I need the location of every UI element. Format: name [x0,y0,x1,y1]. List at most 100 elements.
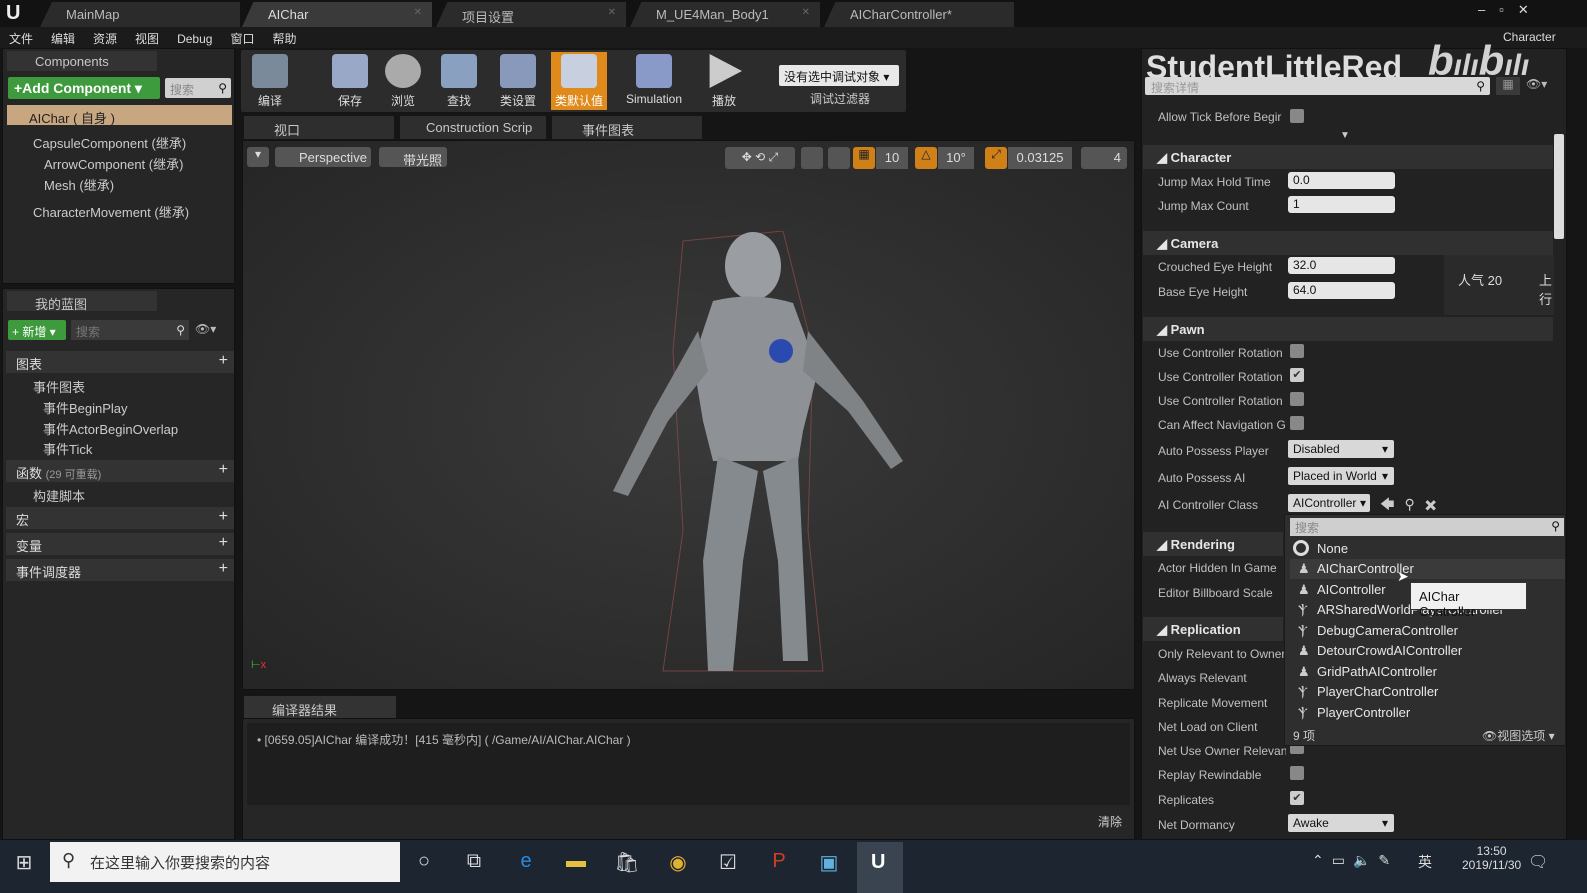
app-icon[interactable]: ▣ [815,850,843,878]
component-item[interactable]: CharacterMovement (继承) [33,202,189,221]
rotation-snap-value[interactable]: 10° [938,147,974,169]
category-character[interactable]: ◢ Character [1143,145,1553,169]
browse-button[interactable]: 浏览 [375,52,431,110]
close-icon[interactable]: ✕ [414,7,422,18]
rotation-snap-icon[interactable]: △ [915,147,937,169]
section-dispatchers[interactable]: 事件调度器 + [6,559,234,581]
add-icon[interactable]: + [219,508,228,526]
system-tray-icons[interactable]: ⌃▭🔈✎ [1312,852,1398,869]
tab-construction-script[interactable]: Construction Scrip [400,116,546,139]
net-use-owner-relevancy-checkbox[interactable] [1290,745,1304,754]
menu-window[interactable]: 窗口 [221,27,263,50]
menu-edit[interactable]: 编辑 [42,27,84,50]
add-new-button[interactable]: + 新增 ▾ [8,320,66,340]
menu-file[interactable]: 文件 [0,27,42,50]
scale-snap-value[interactable]: 0.03125 [1008,147,1072,169]
section-functions[interactable]: 函数 (29 可重载) + [6,460,234,482]
details-search-input[interactable]: 搜索详情 ⚲ [1145,77,1490,95]
perspective-button[interactable]: Perspective [275,147,371,167]
ime-indicator[interactable]: 英 [1418,852,1432,872]
class-option[interactable]: ♟ DetourCrowdAIController [1290,641,1565,661]
replay-rewindable-checkbox[interactable] [1290,766,1304,780]
category-rendering[interactable]: ◢ Rendering [1143,532,1283,556]
store-icon[interactable]: 🛍 [613,850,641,878]
ai-controller-class-select[interactable]: AIController ▾ [1288,494,1370,512]
eye-icon[interactable]: 👁▾ [1526,77,1547,91]
class-option[interactable]: Ⲯ DebugCameraController [1290,621,1565,641]
use-controller-rotation-roll-checkbox[interactable] [1290,392,1304,406]
tab-material[interactable]: M_UE4Man_Body1 ✕ [630,2,820,27]
component-item[interactable]: ArrowComponent (继承) [44,154,183,173]
base-eye-height-input[interactable]: 64.0 [1288,282,1395,299]
scrollbar[interactable] [1554,134,1564,239]
tab-aicharcontroller[interactable]: AICharController* [824,2,1014,27]
chrome-icon[interactable]: ◉ [664,850,692,878]
add-icon[interactable]: + [219,534,228,552]
lighting-button[interactable]: 带光照 [379,147,447,168]
class-option[interactable]: Ⲯ PlayerCharController [1290,682,1565,702]
save-button[interactable]: 保存 [322,52,378,110]
powerpoint-icon[interactable]: P [765,850,793,878]
my-blueprint-tab[interactable]: 我的蓝图 [7,291,157,312]
character-mesh[interactable] [573,231,913,681]
component-root[interactable]: AIChar ( 自身 ) [7,105,232,126]
cortana-icon[interactable]: ○ [410,850,438,878]
class-option[interactable]: None [1290,539,1565,559]
window-controls[interactable]: –▫✕ [1478,2,1543,18]
property-matrix-icon[interactable]: ▦ [1496,77,1520,95]
view-options-button[interactable]: 👁视图选项 ▾ [1482,727,1555,744]
can-affect-navigation-checkbox[interactable] [1290,416,1304,430]
clock[interactable]: 13:50 2019/11/30 [1462,844,1521,872]
category-camera[interactable]: ◢ Camera [1143,231,1553,255]
class-option[interactable]: ♟ AICharController [1290,559,1565,579]
class-search-input[interactable]: 搜索 ⚲ [1290,518,1564,536]
replicates-checkbox[interactable]: ✔ [1290,791,1304,805]
menu-view[interactable]: 视图 [126,27,168,50]
chart-app-icon[interactable]: ☑ [714,850,742,878]
add-icon[interactable]: + [219,352,228,370]
simulation-button[interactable]: Simulation [620,52,688,110]
tab-event-graph[interactable]: 事件图表 [552,116,702,139]
components-tab[interactable]: Components [7,51,157,71]
jump-max-hold-time-input[interactable]: 0.0 [1288,172,1395,189]
tab-viewport[interactable]: 视口 [244,116,394,139]
play-button[interactable]: 播放 [696,52,752,110]
auto-possess-player-select[interactable]: Disabled ▾ [1288,440,1394,458]
close-icon[interactable]: ✕ [802,7,810,18]
class-settings-button[interactable]: 类设置 [490,52,546,110]
eye-icon[interactable]: 👁▾ [195,322,216,336]
component-item[interactable]: Mesh (继承) [44,175,114,194]
section-variables[interactable]: 变量 + [6,533,234,555]
taskbar-search-input[interactable]: ⚲ 在这里输入你要搜索的内容 [50,842,400,882]
class-option[interactable]: Ⲯ PlayerController [1290,703,1565,723]
grid-snap-icon[interactable]: ▦ [853,147,875,169]
category-pawn[interactable]: ◢ Pawn [1143,317,1553,341]
category-replication[interactable]: ◢ Replication [1143,617,1283,641]
use-controller-rotation-yaw-checkbox[interactable]: ✔ [1290,368,1304,382]
viewport-options-button[interactable]: ▾ [247,147,269,167]
viewport[interactable]: ▾ Perspective 带光照 ✥ ⟲ ⤢ ▦ 10 △ 10° ⤢ 0.0… [242,140,1135,690]
world-local-button[interactable] [828,147,850,169]
browse-icon[interactable]: ⚲ [1404,496,1424,512]
event-item[interactable]: 事件BeginPlay [43,398,128,417]
tab-mainmap[interactable]: MainMap [40,2,240,27]
event-graph-item[interactable]: 事件图表 [33,377,85,396]
expand-arrow-icon[interactable]: ▼ [1340,130,1350,141]
menu-debug[interactable]: Debug [168,29,221,49]
crouched-eye-height-input[interactable]: 32.0 [1288,257,1395,274]
grid-size[interactable]: 10 [876,147,908,169]
section-macros[interactable]: 宏 + [6,507,234,529]
transform-tools[interactable]: ✥ ⟲ ⤢ [725,147,795,169]
tab-project-settings[interactable]: 项目设置 ✕ [436,2,626,27]
surface-snap-button[interactable] [801,147,823,169]
class-option[interactable]: ♟ GridPathAIController [1290,662,1565,682]
construction-script-item[interactable]: 构建脚本 [33,486,85,505]
event-item[interactable]: 事件Tick [43,439,92,458]
menu-asset[interactable]: 资源 [84,27,126,50]
event-item[interactable]: 事件ActorBeginOverlap [43,419,178,438]
auto-possess-ai-select[interactable]: Placed in World ▾ [1288,467,1394,485]
camera-speed[interactable]: 4 [1081,147,1127,169]
compile-button[interactable]: 编译 [242,52,298,110]
menu-help[interactable]: 帮助 [263,27,305,50]
add-icon[interactable]: + [219,461,228,479]
